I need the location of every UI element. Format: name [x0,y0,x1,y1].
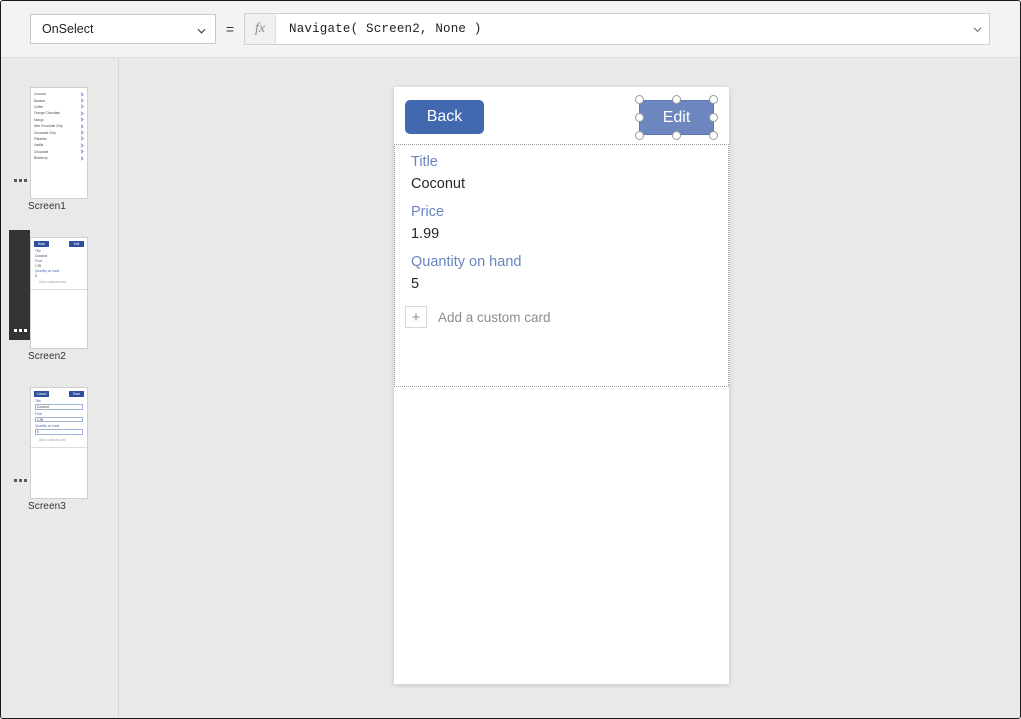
screen2-selection-strip [9,230,30,340]
formula-bar: OnSelect = fx Navigate( Screen2, None ) [1,1,1020,58]
display-form[interactable]: Title Coconut Price 1.99 Quantity on han… [394,144,729,387]
screen-thumbnail-screen3[interactable]: Cancel Save Title Coconut Price 1.99 Qua… [1,380,119,530]
add-custom-card-label: Add a custom card [427,310,551,325]
resize-handle-n[interactable] [672,95,681,104]
screen3-preview: Cancel Save Title Coconut Price 1.99 Qua… [30,387,88,499]
thumb-save-button: Save [69,391,84,397]
app-screen-canvas: Back Edit Title Coconut [394,87,729,684]
list-item-label: Chocolate [34,149,48,155]
edit-button[interactable]: Edit [639,100,714,135]
chevron-right-icon [79,150,83,154]
form-field-price[interactable]: Price 1.99 [395,195,728,245]
form-field-quantity-on-hand[interactable]: Quantity on hand 5 [395,245,728,295]
screen1-selection-strip [9,80,30,190]
list-item-label: Coffee [34,104,43,110]
thumb-field-input: 1.99 [35,417,83,423]
chevron-right-icon [79,137,83,141]
screen-thumbnail-screen1[interactable]: Coconut Banana Coffee Orange Chocolate M… [1,80,119,230]
thumb-field-input: Coconut [35,404,83,410]
field-label: Price [411,195,728,223]
canvas-area[interactable]: Back Edit Title Coconut [120,58,1020,718]
chevron-right-icon [79,92,83,96]
screen2-more-options-icon[interactable] [14,329,27,333]
list-item-label: Mint Chocolate Chip [34,123,63,129]
thumb-field-input: 5 [35,429,83,435]
screen3-selection-strip [9,380,30,490]
thumb-edit-button: Edit [69,241,84,247]
list-item-label: Coconut [34,91,46,97]
thumb-back-button: Back [34,241,49,247]
screens-panel: Coconut Banana Coffee Orange Chocolate M… [1,58,119,718]
list-item-label: Chocolate Chip [34,130,56,136]
chevron-right-icon [79,124,83,128]
list-item-label: Vanilla [34,142,43,148]
list-item-label: Blueberry [34,155,48,161]
thumb-divider [31,289,87,290]
resize-handle-ne[interactable] [709,95,718,104]
add-custom-card-button[interactable]: + Add a custom card [395,295,728,328]
property-dropdown[interactable]: OnSelect [30,14,216,44]
list-item-label: Banana [34,98,45,104]
formula-input-wrapper: fx Navigate( Screen2, None ) [244,13,990,45]
property-dropdown-value: OnSelect [42,22,93,36]
chevron-right-icon [79,98,83,102]
list-item-label: Orange Chocolate [34,110,60,116]
resize-handle-w[interactable] [635,113,644,122]
field-label: Quantity on hand [411,245,728,273]
screen1-more-options-icon[interactable] [14,179,27,183]
form-field-title[interactable]: Title Coconut [395,145,728,195]
powerapps-studio-window: OnSelect = fx Navigate( Screen2, None ) [0,0,1021,719]
formula-expand-chevron-down-icon[interactable] [965,14,989,44]
resize-handle-s[interactable] [672,131,681,140]
resize-handle-se[interactable] [709,131,718,140]
chevron-right-icon [79,105,83,109]
screen3-more-options-icon[interactable] [14,479,27,483]
screen2-label: Screen2 [28,351,66,362]
thumb-add-card-label: Add a custom card [35,279,87,286]
chevron-right-icon [79,156,83,160]
resize-handle-e[interactable] [709,113,718,122]
chevron-right-icon [79,130,83,134]
edit-button-selection: Edit [635,95,718,140]
chevron-right-icon [79,143,83,147]
screen1-preview: Coconut Banana Coffee Orange Chocolate M… [30,87,88,199]
thumb-cancel-button: Cancel [34,391,49,397]
formula-input[interactable]: Navigate( Screen2, None ) [276,22,965,36]
equals-sign: = [216,21,244,37]
resize-handle-nw[interactable] [635,95,644,104]
field-value: 1.99 [411,223,728,245]
list-item-label: Mango [34,117,44,123]
field-value: 5 [411,273,728,295]
field-label: Title [411,145,728,173]
app-header: Back Edit [394,87,729,144]
list-item-label: Pistachio [34,136,47,142]
screen1-label: Screen1 [28,201,66,212]
back-button[interactable]: Back [405,100,484,134]
chevron-right-icon [79,111,83,115]
chevron-down-icon [197,25,206,34]
resize-handle-sw[interactable] [635,131,644,140]
screen3-label: Screen3 [28,501,66,512]
screen-thumbnail-screen2[interactable]: Back Edit Title Coconut Price 1.99 Quant… [1,230,119,380]
thumb-add-card-label: Add a custom card [35,437,87,444]
chevron-right-icon [79,118,83,122]
fx-icon[interactable]: fx [245,14,276,44]
list-item: Blueberry [34,155,85,161]
field-value: Coconut [411,173,728,195]
screen2-preview: Back Edit Title Coconut Price 1.99 Quant… [30,237,88,349]
plus-icon: + [405,306,427,328]
thumb-divider [31,447,87,448]
